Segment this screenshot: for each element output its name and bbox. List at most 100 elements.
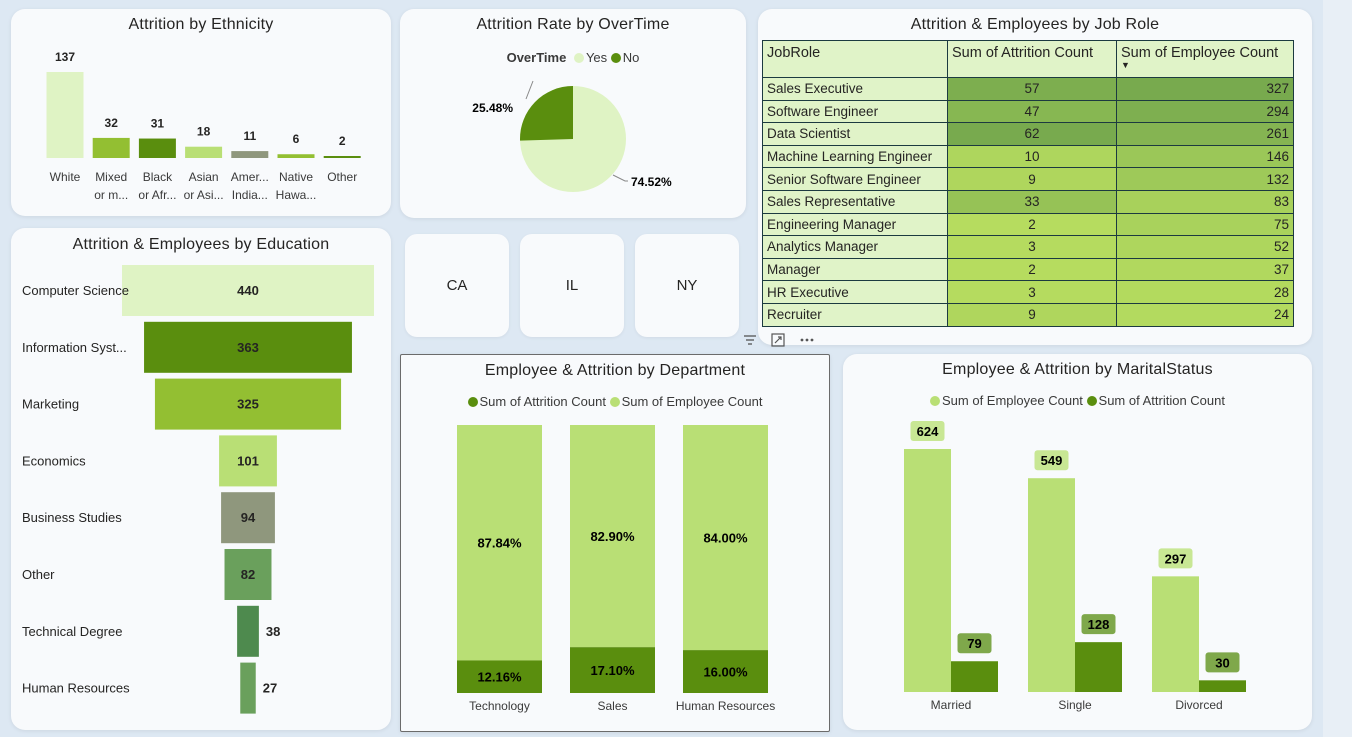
education-category-label: Economics [22, 453, 86, 468]
ethnicity-tick-label: Amer... [231, 170, 269, 184]
state-tile-ny[interactable]: NY [635, 234, 739, 337]
education-funnel-bar [240, 662, 256, 714]
marital-data-label: 297 [1165, 551, 1187, 566]
ethnicity-bar [46, 72, 84, 158]
attrition-count-cell: 33 [947, 189, 1117, 214]
jobrole-cell: Manager [762, 257, 948, 282]
education-funnel-bar [237, 605, 259, 657]
ethnicity-data-label: 32 [105, 116, 119, 130]
attrition-count-cell: 62 [947, 122, 1117, 146]
jobrole-cell: Machine Learning Engineer [762, 144, 948, 169]
table-row[interactable]: Sales Representative 33 83 [762, 189, 1294, 214]
education-data-label: 94 [241, 510, 256, 525]
table-row[interactable]: Analytics Manager 3 52 [762, 235, 1294, 259]
state-tile-ca[interactable]: CA [405, 234, 509, 337]
employee-count-cell: 327 [1116, 77, 1294, 101]
overtime-card[interactable]: Attrition Rate by OverTime OverTime Yes … [400, 9, 746, 218]
jobrole-cell: Engineering Manager [762, 212, 948, 237]
marital-card[interactable]: Employee & Attrition by MaritalStatus Su… [843, 354, 1312, 730]
ethnicity-data-label: 2 [339, 134, 346, 148]
table-row[interactable]: Senior Software Engineer 9 132 [762, 167, 1294, 191]
col-header-attrition[interactable]: Sum of Attrition Count [947, 40, 1117, 78]
department-attrition-label: 16.00% [703, 665, 748, 680]
attrition-count-cell: 57 [947, 77, 1117, 101]
ethnicity-bar [138, 138, 176, 158]
jobrole-cell: Sales Executive [762, 77, 948, 101]
filter-icon[interactable] [743, 334, 757, 346]
ethnicity-tick-label: White [50, 170, 81, 184]
state-tile-il[interactable]: IL [520, 234, 624, 337]
table-row[interactable]: Sales Executive 57 327 [762, 77, 1294, 101]
education-data-label: 363 [237, 340, 259, 355]
marital-attrition-bar [1075, 642, 1122, 692]
education-category-label: Computer Science [22, 283, 129, 298]
jobrole-cell: Software Engineer [762, 99, 948, 124]
education-category-label: Technical Degree [22, 624, 122, 639]
attrition-count-cell: 9 [947, 302, 1117, 327]
employee-count-cell: 146 [1116, 144, 1294, 169]
education-data-label: 82 [241, 567, 255, 582]
attrition-count-cell: 47 [947, 99, 1117, 124]
jobrole-cell: Sales Representative [762, 189, 948, 214]
marital-employee-bar [904, 449, 951, 692]
ethnicity-card[interactable]: Attrition by Ethnicity 137 White 32 Mixed or… [11, 9, 391, 216]
table-row[interactable]: Software Engineer 47 294 [762, 99, 1294, 124]
ethnicity-data-label: 11 [243, 129, 256, 143]
col-header-employee-label: Sum of Employee Count [1121, 45, 1279, 61]
department-employee-label: 87.84% [477, 536, 522, 551]
department-employee-label: 84.00% [703, 531, 748, 546]
ethnicity-tick-label: or Asi... [184, 188, 224, 202]
employee-count-cell: 52 [1116, 235, 1294, 259]
department-tick-label: Technology [469, 699, 530, 713]
ethnicity-tick-label: or Afr... [138, 188, 176, 202]
ethnicity-tick-label: India... [232, 188, 268, 202]
department-stacked-chart: 87.84% 12.16% Technology 82.90% 17.10% Sales 8… [457, 425, 775, 713]
ethnicity-data-label: 31 [151, 117, 165, 131]
education-data-label: 27 [263, 681, 277, 696]
marital-data-label: 79 [967, 636, 981, 651]
employee-count-cell: 132 [1116, 167, 1294, 191]
ethnicity-bar [277, 154, 315, 158]
marital-data-label: 549 [1041, 453, 1063, 468]
marital-employee-bar [1152, 576, 1199, 692]
focus-mode-icon[interactable] [771, 333, 785, 347]
jobrole-cell: Senior Software Engineer [762, 167, 948, 191]
more-options-icon[interactable] [799, 337, 815, 343]
department-attrition-label: 12.16% [477, 670, 522, 685]
table-row[interactable]: Data Scientist 62 261 [762, 122, 1294, 146]
table-row[interactable]: Manager 2 37 [762, 257, 1294, 282]
department-attrition-label: 17.10% [590, 663, 635, 678]
attrition-count-cell: 10 [947, 144, 1117, 169]
ethnicity-chart: 137 White 32 Mixed or m... 31 Black or Afr... 18… [46, 50, 361, 202]
department-card[interactable]: Employee & Attrition by Department Sum o… [400, 354, 830, 732]
ethnicity-data-label: 6 [293, 132, 300, 146]
pie-leader-line [612, 174, 628, 182]
education-category-label: Marketing [22, 397, 79, 412]
table-row[interactable]: Engineering Manager 2 75 [762, 212, 1294, 237]
marital-attrition-bar [1199, 680, 1246, 692]
employee-count-cell: 294 [1116, 99, 1294, 124]
ethnicity-tick-label: Black [143, 170, 173, 184]
pie-label-yes: 74.52% [631, 175, 672, 189]
marital-tick-label: Divorced [1175, 698, 1222, 712]
table-row[interactable]: Machine Learning Engineer 10 146 [762, 144, 1294, 169]
education-data-label: 325 [237, 397, 259, 412]
employee-count-cell: 24 [1116, 302, 1294, 327]
education-data-label: 38 [266, 624, 280, 639]
table-row[interactable]: Recruiter 9 24 [762, 302, 1294, 327]
col-header-employee[interactable]: Sum of Employee Count ▼ [1116, 40, 1294, 78]
ethnicity-tick-label: Mixed [95, 170, 127, 184]
education-card[interactable]: Attrition & Employees by Education Compu… [11, 228, 391, 730]
education-data-label: 101 [237, 453, 259, 468]
ethnicity-data-label: 18 [197, 125, 211, 139]
marital-data-label: 624 [917, 424, 939, 439]
col-header-jobrole[interactable]: JobRole [762, 40, 948, 78]
employee-count-cell: 28 [1116, 280, 1294, 304]
jobrole-cell: Analytics Manager [762, 235, 948, 259]
table-row[interactable]: HR Executive 3 28 [762, 280, 1294, 304]
sort-desc-icon: ▼ [1121, 60, 1130, 70]
overtime-pie-chart: 25.48% 74.52% [472, 80, 672, 192]
jobrole-cell: Recruiter [762, 302, 948, 327]
department-tick-label: Sales [597, 699, 627, 713]
attrition-count-cell: 3 [947, 235, 1117, 259]
